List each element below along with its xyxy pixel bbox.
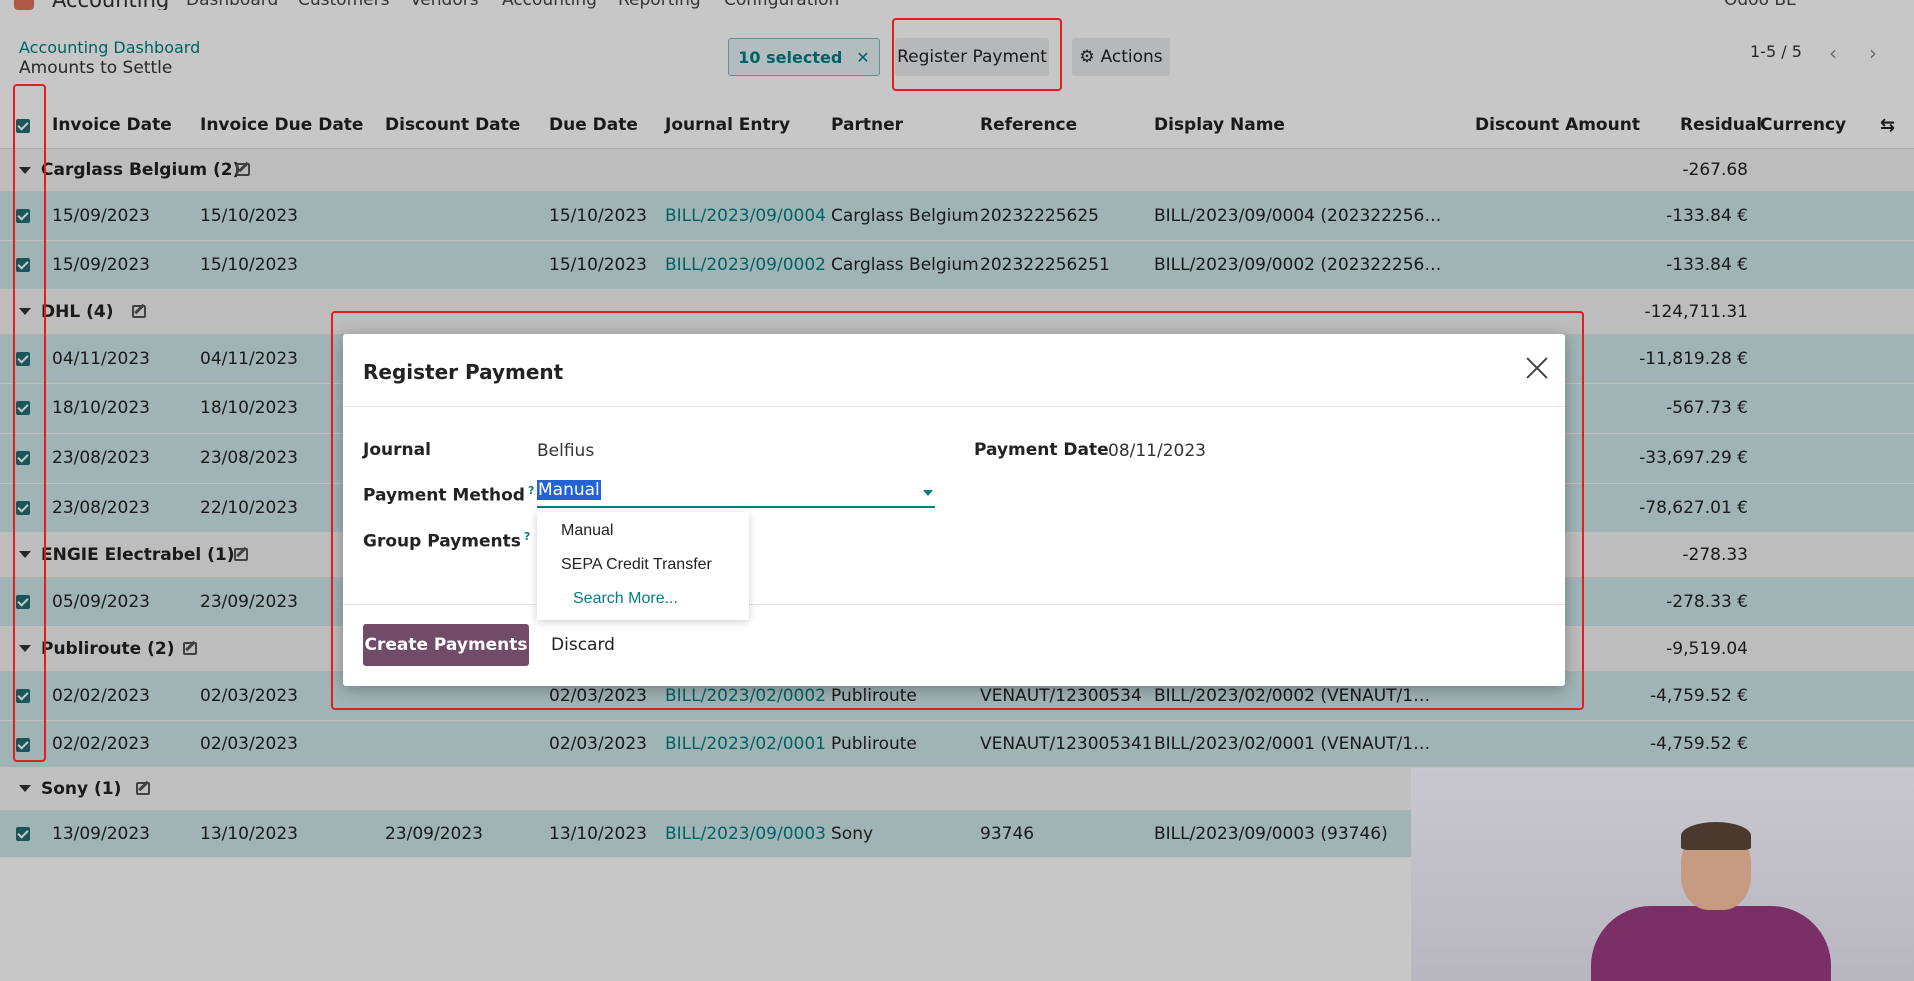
- presenter-hair: [1681, 822, 1751, 850]
- payment-method-select[interactable]: Manual: [537, 480, 935, 508]
- dialog-title: Register Payment: [363, 360, 564, 384]
- payment-method-value: Manual: [537, 480, 601, 500]
- caret-down-icon[interactable]: [923, 490, 933, 496]
- journal-label: Journal: [363, 440, 431, 460]
- webcam-video: [1411, 768, 1914, 981]
- group-payments-label-text: Group Payments: [363, 531, 521, 552]
- presenter-body: [1591, 906, 1831, 981]
- close-icon[interactable]: [1523, 354, 1551, 382]
- journal-field[interactable]: Belfius: [537, 441, 594, 461]
- group-payments-label: Group Payments?: [363, 530, 530, 552]
- dropdown-search-more[interactable]: Search More...: [573, 590, 678, 608]
- register-payment-dialog: Register Payment Journal Belfius Payment…: [343, 334, 1565, 686]
- create-payments-button[interactable]: Create Payments: [363, 624, 529, 666]
- payment-method-label: Payment Method?: [363, 484, 534, 506]
- dropdown-option-sepa[interactable]: SEPA Credit Transfer: [561, 556, 712, 574]
- payment-method-dropdown: Manual SEPA Credit Transfer Search More.…: [537, 512, 749, 620]
- dialog-footer-divider: [343, 604, 1565, 605]
- payment-date-label: Payment Date: [974, 440, 1109, 460]
- discard-button[interactable]: Discard: [543, 624, 623, 666]
- help-icon[interactable]: ?: [524, 530, 530, 543]
- payment-method-label-text: Payment Method: [363, 485, 525, 506]
- dropdown-option-manual[interactable]: Manual: [561, 522, 613, 540]
- dialog-header-divider: [343, 406, 1565, 407]
- payment-date-field[interactable]: 08/11/2023: [1108, 441, 1206, 461]
- help-icon[interactable]: ?: [528, 484, 534, 497]
